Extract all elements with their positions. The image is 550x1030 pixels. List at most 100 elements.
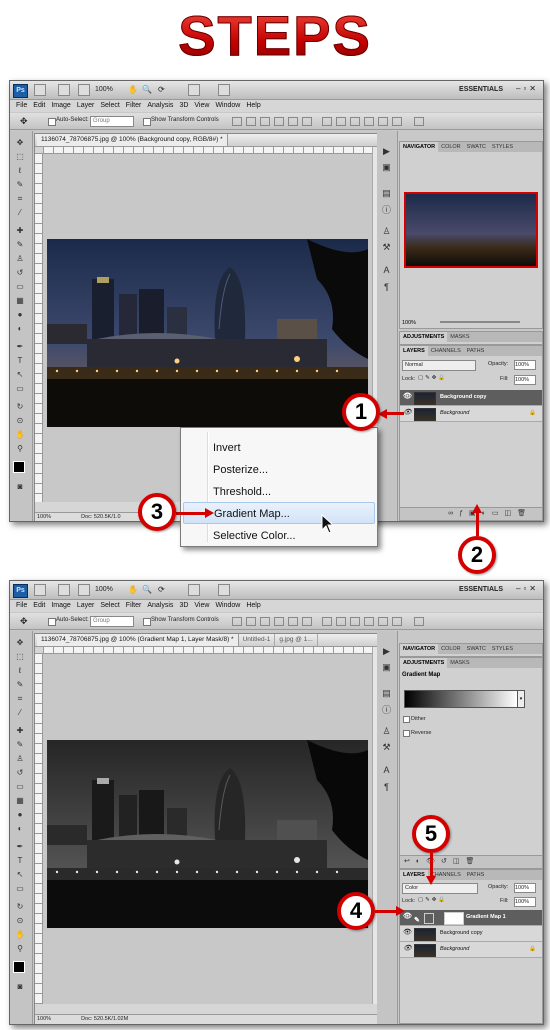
menu-item-posterize[interactable]: Posterize... xyxy=(181,459,377,481)
menu-view[interactable]: View xyxy=(194,100,209,112)
distribute-icon[interactable] xyxy=(392,117,402,126)
auto-select-checkbox[interactable] xyxy=(48,618,56,626)
layer-row[interactable]: 👁 ✎ Gradient Map 1 xyxy=(400,910,542,926)
document-tab-title[interactable]: 1136074_78706875.jpg @ 100% (Background … xyxy=(37,134,228,146)
horizontal-ruler[interactable] xyxy=(43,147,372,154)
play-icon[interactable]: ▶ xyxy=(382,147,391,156)
status-zoom[interactable]: 100% xyxy=(37,514,51,520)
blur-tool-icon[interactable]: ● xyxy=(15,811,25,819)
quick-mask-icon[interactable]: ◙ xyxy=(15,483,25,491)
type-tool-icon[interactable]: T xyxy=(15,357,25,365)
workspace-switcher[interactable]: ESSENTIALS xyxy=(459,586,503,593)
zoom-tool-icon[interactable]: ⚲ xyxy=(15,945,25,953)
extras-icon[interactable] xyxy=(78,84,90,96)
eyedropper-tool-icon[interactable]: ⁄ xyxy=(15,209,25,217)
window-controls[interactable]: –▫✕ xyxy=(516,84,539,93)
distribute-icon[interactable] xyxy=(336,617,346,626)
document-tab-title[interactable]: 1136074_78706875.jpg @ 100% (Gradient Ma… xyxy=(37,634,239,646)
gradient-preview[interactable] xyxy=(404,690,518,708)
mini-bridge-icon[interactable] xyxy=(58,584,70,596)
rotate-view-icon[interactable]: ⟳ xyxy=(158,585,165,594)
menu-view[interactable]: View xyxy=(194,600,209,612)
hand-icon[interactable]: ✋ xyxy=(128,585,138,594)
distribute-icon[interactable] xyxy=(350,617,360,626)
history-icon[interactable]: ▣ xyxy=(382,663,391,672)
3d-orbit-tool-icon[interactable]: ⊙ xyxy=(15,917,25,925)
distribute-icon[interactable] xyxy=(364,117,374,126)
lock-icons[interactable]: ▢✎✥🔒 xyxy=(418,897,447,903)
navigator-icon[interactable]: ▤ xyxy=(382,689,391,698)
history-icon[interactable]: ▣ xyxy=(382,163,391,172)
menu-3d[interactable]: 3D xyxy=(179,600,188,612)
paragraph-icon[interactable]: ¶ xyxy=(382,283,391,292)
align-icon[interactable] xyxy=(274,617,284,626)
history-brush-tool-icon[interactable]: ↺ xyxy=(15,769,25,777)
layer-name[interactable]: Background copy xyxy=(440,926,483,941)
menu-select[interactable]: Select xyxy=(100,100,119,112)
healing-tool-icon[interactable]: ✚ xyxy=(15,227,25,235)
distribute-icon[interactable] xyxy=(336,117,346,126)
auto-align-icon[interactable] xyxy=(414,617,424,626)
layer-name[interactable]: Background xyxy=(440,942,469,957)
tab-styles[interactable]: STYLES xyxy=(489,644,516,654)
marquee-tool-icon[interactable]: ⬚ xyxy=(15,153,25,161)
align-icon[interactable] xyxy=(274,117,284,126)
gradient-dropdown-icon[interactable]: ▾ xyxy=(517,690,525,708)
type-tool-icon[interactable]: T xyxy=(15,857,25,865)
align-icon[interactable] xyxy=(246,117,256,126)
3d-rotate-tool-icon[interactable]: ↻ xyxy=(15,903,25,911)
eraser-tool-icon[interactable]: ▭ xyxy=(15,283,25,291)
align-icon[interactable] xyxy=(232,117,242,126)
pen-tool-icon[interactable]: ✒ xyxy=(15,343,25,351)
menu-filter[interactable]: Filter xyxy=(126,100,142,112)
navigator-preview[interactable] xyxy=(404,192,538,268)
menu-layer[interactable]: Layer xyxy=(77,600,95,612)
info-icon[interactable]: ⓘ xyxy=(382,206,391,215)
clone-stamp-tool-icon[interactable]: ♙ xyxy=(15,255,25,263)
dodge-tool-icon[interactable]: ◐ xyxy=(15,325,25,333)
document-tab-untitled[interactable]: Untitled-1 xyxy=(239,634,276,646)
eye-icon[interactable]: 👁 xyxy=(403,929,412,936)
character-icon[interactable]: A xyxy=(382,266,391,275)
distribute-icon[interactable] xyxy=(322,617,332,626)
menu-filter[interactable]: Filter xyxy=(126,600,142,612)
blend-mode-dropdown[interactable]: Normal xyxy=(402,360,476,371)
clone-source-icon[interactable]: ♙ xyxy=(382,227,391,236)
menu-item-threshold[interactable]: Threshold... xyxy=(181,481,377,503)
tab-paths[interactable]: PATHS xyxy=(464,346,488,356)
quick-select-tool-icon[interactable]: ✎ xyxy=(15,181,25,189)
distribute-icon[interactable] xyxy=(322,117,332,126)
blur-tool-icon[interactable]: ● xyxy=(15,311,25,319)
tab-paths[interactable]: PATHS xyxy=(464,870,488,880)
menu-help[interactable]: Help xyxy=(246,600,260,612)
auto-align-icon[interactable] xyxy=(414,117,424,126)
fill-input[interactable]: 100% xyxy=(514,897,536,907)
menu-image[interactable]: Image xyxy=(51,100,70,112)
menu-item-invert[interactable]: Invert xyxy=(181,437,377,459)
distribute-icon[interactable] xyxy=(378,117,388,126)
gradient-tool-icon[interactable]: ▦ xyxy=(15,297,25,305)
distribute-icon[interactable] xyxy=(392,617,402,626)
vertical-ruler[interactable] xyxy=(35,153,43,502)
vertical-ruler[interactable] xyxy=(35,653,43,1004)
menu-image[interactable]: Image xyxy=(51,600,70,612)
auto-select-dropdown[interactable]: Group xyxy=(90,116,134,127)
opacity-input[interactable]: 100% xyxy=(514,360,536,370)
workspace-switcher[interactable]: ESSENTIALS xyxy=(459,86,503,93)
zoom-tool-icon[interactable]: ⚲ xyxy=(15,445,25,453)
opacity-input[interactable]: 100% xyxy=(514,883,536,893)
clone-stamp-tool-icon[interactable]: ♙ xyxy=(15,755,25,763)
tool-presets-icon[interactable]: ⚒ xyxy=(382,243,391,252)
tab-masks[interactable]: MASKS xyxy=(447,332,472,342)
rotate-view-icon[interactable]: ⟳ xyxy=(158,85,165,94)
layer-row[interactable]: 👁 Background copy xyxy=(400,390,542,406)
align-icon[interactable] xyxy=(246,617,256,626)
align-icon[interactable] xyxy=(232,617,242,626)
tab-color[interactable]: COLOR xyxy=(438,644,464,654)
transform-controls-checkbox[interactable] xyxy=(143,118,151,126)
3d-rotate-tool-icon[interactable]: ↻ xyxy=(15,403,25,411)
adjustment-panel-buttons[interactable]: ↩◐👁↺◫🗑 xyxy=(400,855,542,868)
pen-tool-icon[interactable]: ✒ xyxy=(15,843,25,851)
menu-edit[interactable]: Edit xyxy=(33,100,45,112)
clone-source-icon[interactable]: ♙ xyxy=(382,727,391,736)
